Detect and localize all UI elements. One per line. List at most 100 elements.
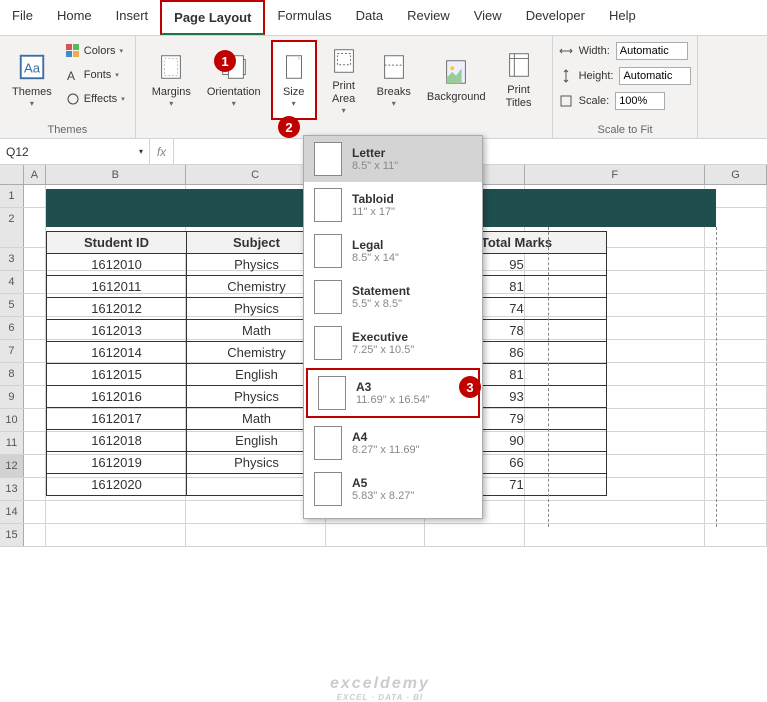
col-header-A[interactable]: A (24, 165, 46, 184)
size-option-executive[interactable]: Executive7.25" x 10.5" (304, 320, 482, 366)
effects-button[interactable]: Effects▾ (62, 88, 129, 110)
cell[interactable] (705, 478, 767, 500)
cell[interactable] (24, 185, 46, 207)
tab-view[interactable]: View (462, 0, 514, 35)
cell[interactable] (24, 478, 46, 500)
cell[interactable] (24, 386, 46, 408)
cell[interactable] (46, 524, 186, 546)
row-header[interactable]: 14 (0, 501, 24, 523)
themes-button[interactable]: Aa Themes ▾ (6, 40, 58, 120)
row-header[interactable]: 7 (0, 340, 24, 362)
print-area-button[interactable]: PrintArea▾ (321, 40, 367, 120)
cell[interactable] (24, 501, 46, 523)
cell[interactable] (24, 524, 46, 546)
cell[interactable] (24, 409, 46, 431)
row-header[interactable]: 15 (0, 524, 24, 546)
col-header-B[interactable]: B (46, 165, 186, 184)
tab-file[interactable]: File (0, 0, 45, 35)
size-option-statement[interactable]: Statement5.5" x 8.5" (304, 274, 482, 320)
cell[interactable] (705, 340, 767, 362)
row-header[interactable]: 2 (0, 208, 24, 247)
tab-home[interactable]: Home (45, 0, 104, 35)
size-option-legal[interactable]: Legal8.5" x 14" (304, 228, 482, 274)
data-cell[interactable]: 1612017 (47, 408, 187, 430)
size-option-a5[interactable]: A55.83" x 8.27" (304, 466, 482, 512)
cell[interactable] (24, 271, 46, 293)
cell[interactable] (705, 501, 767, 523)
background-button[interactable]: Background (421, 40, 492, 120)
tab-data[interactable]: Data (344, 0, 395, 35)
col-header-F[interactable]: F (525, 165, 705, 184)
cell[interactable] (326, 524, 426, 546)
cell[interactable] (705, 363, 767, 385)
tab-help[interactable]: Help (597, 0, 648, 35)
data-cell[interactable]: 1612013 (47, 320, 187, 342)
scale-input[interactable] (615, 92, 665, 110)
cell[interactable] (705, 455, 767, 477)
cell[interactable] (425, 524, 525, 546)
row-header[interactable]: 11 (0, 432, 24, 454)
fonts-button[interactable]: A Fonts▾ (62, 64, 129, 86)
data-cell[interactable]: 1612011 (47, 276, 187, 298)
size-option-a3[interactable]: A311.69" x 16.54" (306, 368, 480, 418)
data-cell[interactable]: 1612018 (47, 430, 187, 452)
cell[interactable] (24, 294, 46, 316)
data-cell[interactable]: 1612014 (47, 342, 187, 364)
cell[interactable] (46, 501, 186, 523)
row-header[interactable]: 10 (0, 409, 24, 431)
cell[interactable] (24, 248, 46, 270)
cell[interactable] (24, 363, 46, 385)
row-header[interactable]: 5 (0, 294, 24, 316)
size-option-tabloid[interactable]: Tabloid11" x 17" (304, 182, 482, 228)
col-header-G[interactable]: G (705, 165, 767, 184)
cell[interactable] (24, 340, 46, 362)
row-header[interactable]: 13 (0, 478, 24, 500)
cell[interactable] (705, 432, 767, 454)
row-header[interactable]: 12 (0, 455, 24, 477)
tab-review[interactable]: Review (395, 0, 462, 35)
size-option-letter[interactable]: Letter8.5" x 11" (304, 136, 482, 182)
cell[interactable] (24, 317, 46, 339)
cell[interactable] (705, 524, 767, 546)
fx-icon[interactable]: fx (150, 139, 174, 164)
row-header[interactable]: 4 (0, 271, 24, 293)
data-cell[interactable]: 1612016 (47, 386, 187, 408)
colors-button[interactable]: Colors▾ (62, 40, 129, 62)
data-cell[interactable]: 1612010 (47, 254, 187, 276)
cell[interactable] (24, 432, 46, 454)
name-box[interactable]: Q12 ▾ (0, 139, 150, 164)
cell[interactable] (705, 248, 767, 270)
tab-insert[interactable]: Insert (104, 0, 161, 35)
print-titles-button[interactable]: PrintTitles (496, 40, 542, 120)
margins-button[interactable]: Margins▾ (146, 40, 197, 120)
cell[interactable] (705, 386, 767, 408)
row-header[interactable]: 9 (0, 386, 24, 408)
cell[interactable] (24, 455, 46, 477)
row-header[interactable]: 3 (0, 248, 24, 270)
row-header[interactable]: 8 (0, 363, 24, 385)
cell[interactable] (24, 208, 46, 247)
cell[interactable] (525, 501, 705, 523)
breaks-button[interactable]: Breaks▾ (371, 40, 417, 120)
orientation-button[interactable]: Orientation▾ (201, 40, 267, 120)
row-header[interactable]: 6 (0, 317, 24, 339)
data-cell[interactable]: 1612019 (47, 452, 187, 474)
data-cell[interactable]: 1612012 (47, 298, 187, 320)
cell[interactable] (705, 294, 767, 316)
cell[interactable] (705, 409, 767, 431)
data-cell[interactable]: 1612020 (47, 474, 187, 496)
height-input[interactable] (619, 67, 691, 85)
tab-developer[interactable]: Developer (514, 0, 597, 35)
size-option-a4[interactable]: A48.27" x 11.69" (304, 420, 482, 466)
data-cell[interactable]: 1612015 (47, 364, 187, 386)
select-all[interactable] (0, 165, 24, 184)
width-input[interactable] (616, 42, 688, 60)
cell[interactable] (705, 271, 767, 293)
size-button[interactable]: Size▾ (271, 40, 317, 120)
cell[interactable] (525, 524, 705, 546)
tab-page-layout[interactable]: Page Layout (160, 0, 265, 35)
row-header[interactable]: 1 (0, 185, 24, 207)
cell[interactable] (705, 317, 767, 339)
tab-formulas[interactable]: Formulas (265, 0, 343, 35)
cell[interactable] (186, 524, 326, 546)
